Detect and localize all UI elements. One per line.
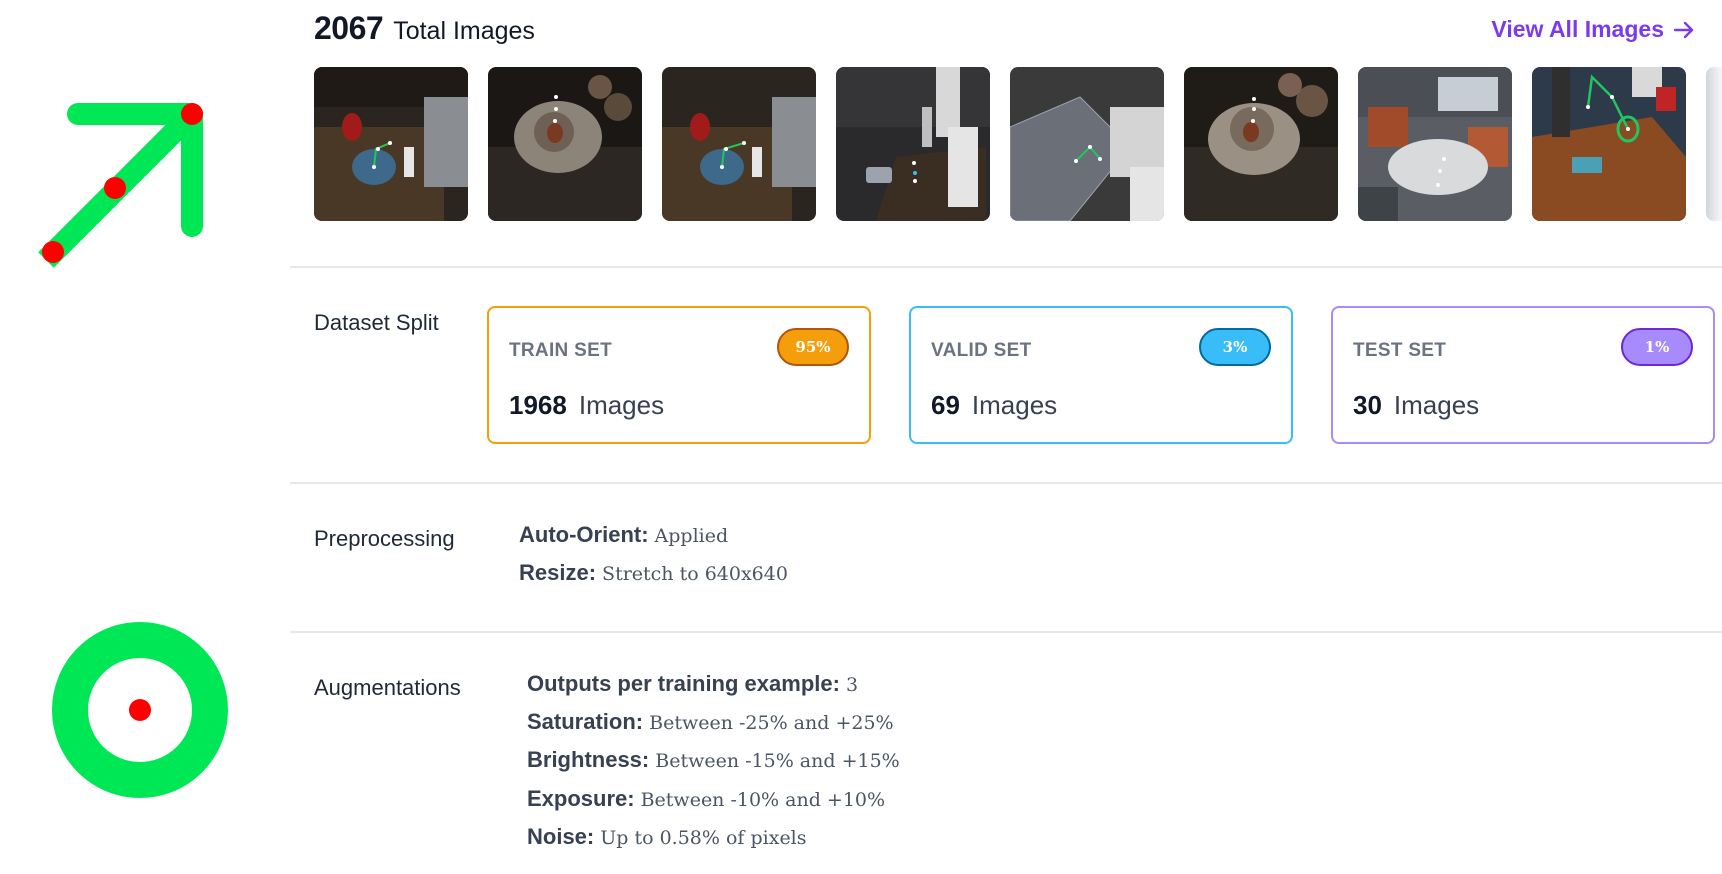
total-images-count: 2067 [314,10,384,46]
total-images-label: Total Images [393,17,535,45]
augmentation-key: Exposure: [527,786,635,811]
preprocessing-item: Resize: Stretch to 640x640 [519,560,788,594]
preprocessing-item: Auto-Orient: Applied [519,522,728,556]
augmentation-item: Exposure: Between -10% and +10% [527,786,885,820]
test-set-card[interactable]: TEST SET 1% 30 Images [1331,306,1715,444]
split-image-count: 1968 [509,390,567,420]
train-set-card[interactable]: TRAIN SET 95% 1968 Images [487,306,871,444]
split-image-unit: Images [1393,390,1480,420]
split-count-row: 30 Images [1353,390,1479,421]
dataset-overview: 2067 Total Images View All Images Datase… [290,0,1722,874]
split-count-row: 1968 Images [509,390,664,421]
augmentation-item: Saturation: Between -25% and +25% [527,709,894,743]
keypoint-dot [104,177,126,199]
split-percent-badge: 95% [777,328,849,366]
thumbnail-6[interactable] [1184,67,1338,221]
thumbnail-strip [314,67,1722,222]
split-image-unit: Images [578,390,665,420]
split-name: TEST SET [1353,340,1447,361]
augmentations-title: Augmentations [314,675,461,700]
thumbnail-2[interactable] [488,67,642,221]
augmentation-key: Brightness: [527,747,650,772]
view-all-images-label: View All Images [1491,16,1664,42]
keypoint-dot [181,103,203,125]
augmentation-key: Outputs per training example: [527,671,840,696]
section-divider [290,631,1722,633]
augmentation-key: Saturation: [527,709,644,734]
split-image-count: 30 [1353,390,1382,420]
section-divider [290,266,1722,268]
preprocessing-key: Auto-Orient: [519,522,649,547]
augmentation-item: Outputs per training example: 3 [527,671,858,705]
thumbnail-4[interactable] [836,67,990,221]
thumbnail-8[interactable] [1532,67,1686,221]
view-all-images-link[interactable]: View All Images [1491,16,1696,43]
split-count-row: 69 Images [931,390,1057,421]
section-divider [290,482,1722,484]
augmentation-value: Between -10% and +10% [640,789,886,811]
thumbnail-7[interactable] [1358,67,1512,221]
split-name: VALID SET [931,340,1032,361]
split-image-unit: Images [971,390,1058,420]
augmentation-value: Between -25% and +25% [649,712,894,734]
preprocessing-value: Applied [654,525,729,547]
split-percent-badge: 3% [1199,328,1271,366]
thumbnail-3[interactable] [662,67,816,221]
valid-set-card[interactable]: VALID SET 3% 69 Images [909,306,1293,444]
thumbnail-5[interactable] [1010,67,1164,221]
thumbnail-1[interactable] [314,67,468,221]
preprocessing-title: Preprocessing [314,526,455,551]
keypoint-dot [42,241,64,263]
split-percent-badge: 1% [1621,328,1693,366]
preprocessing-key: Resize: [519,560,597,585]
preprocessing-value: Stretch to 640x640 [602,563,788,585]
augmentation-value: Up to 0.58% of pixels [600,827,807,849]
keypoint-dot [129,699,151,721]
images-header: 2067 Total Images View All Images [314,10,1698,50]
arrow-right-icon [1673,21,1694,38]
split-image-count: 69 [931,390,960,420]
augmentation-item: Brightness: Between -15% and +15% [527,747,900,781]
up-right-arrow-icon [38,103,203,268]
split-name: TRAIN SET [509,340,612,361]
augmentation-item: Noise: Up to 0.58% of pixels [527,824,807,858]
augmentation-value: 3 [845,674,859,696]
dataset-split-title: Dataset Split [314,310,439,335]
augmentation-value: Between -15% and +15% [655,750,900,772]
thumbnail-partial[interactable] [1706,67,1722,221]
target-ring-icon [52,622,228,798]
augmentation-key: Noise: [527,824,595,849]
